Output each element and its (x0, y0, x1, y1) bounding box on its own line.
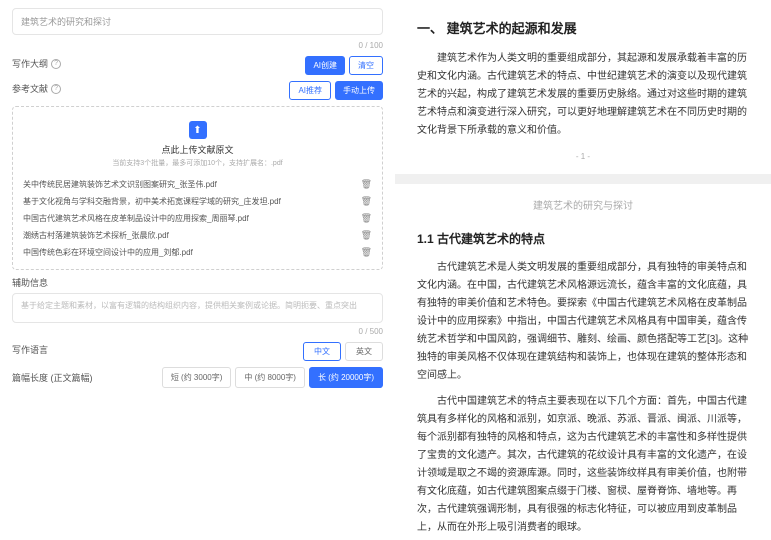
info-icon: ? (51, 84, 61, 94)
file-item: 潮绣古村落建筑装饰艺术探析_张晨欣.pdf 🗑 (21, 227, 374, 244)
doc-heading-1: 一、 建筑艺术的起源和发展 (417, 18, 749, 40)
outline-ai-button[interactable]: AI创建 (305, 56, 345, 75)
length-mid-button[interactable]: 中 (约 8000字) (235, 367, 305, 388)
info-icon: ? (51, 59, 61, 69)
topic-input[interactable]: 建筑艺术的研究和探讨 (12, 8, 383, 35)
delete-icon[interactable]: 🗑 (361, 196, 372, 207)
supp-label: 辅助信息 (12, 276, 383, 289)
doc-center-title: 建筑艺术的研究与探讨 (417, 198, 749, 215)
lang-label: 写作语言 (12, 343, 48, 356)
refs-label: 参考文献 ? (12, 82, 61, 95)
page-break (395, 174, 771, 184)
delete-icon[interactable]: 🗑 (361, 247, 372, 258)
file-item: 关中传统民居建筑装饰艺术文识别图案研究_张圣伟.pdf 🗑 (21, 176, 374, 193)
file-item: 中国古代建筑艺术风格在皮革制品设计中的应用探索_周丽琴.pdf 🗑 (21, 210, 374, 227)
page-number: - 1 - (417, 150, 749, 164)
refs-ai-button[interactable]: AI推荐 (289, 81, 331, 100)
lang-en-button[interactable]: 英文 (345, 342, 383, 361)
file-item: 中国传统色彩在环境空间设计中的应用_刘郁.pdf 🗑 (21, 244, 374, 261)
document-preview: 一、 建筑艺术的起源和发展 建筑艺术作为人类文明的重要组成部分，其起源和发展承载… (395, 0, 771, 540)
length-short-button[interactable]: 短 (约 3000字) (162, 367, 232, 388)
supp-counter: 0 / 500 (12, 327, 383, 336)
refs-upload-button[interactable]: 手动上传 (335, 81, 383, 100)
upload-hint: 当前支持3个批量，最多可添加10个，支持扩展名：.pdf (21, 158, 374, 168)
doc-paragraph: 古代建筑艺术是人类文明发展的重要组成部分，具有独特的审美特点和文化内涵。在中国，… (417, 259, 749, 385)
delete-icon[interactable]: 🗑 (361, 213, 372, 224)
file-item: 基于文化视角与学科交融背景，初中美术拓宽课程学域的研究_庄发坦.pdf 🗑 (21, 193, 374, 210)
length-label: 篇幅长度 (正文篇幅) (12, 371, 93, 384)
outline-label: 写作大纲 ? (12, 57, 61, 70)
delete-icon[interactable]: 🗑 (361, 230, 372, 241)
supp-textarea[interactable]: 基于给定主题和素材，以富有逻辑的结构组织内容，提供相关案例或论据。简明扼要、重点… (12, 293, 383, 323)
upload-zone[interactable]: ⬆ 点此上传文献原文 当前支持3个批量，最多可添加10个，支持扩展名：.pdf … (12, 106, 383, 270)
upload-title: 点此上传文献原文 (21, 143, 374, 156)
outline-clear-button[interactable]: 清空 (349, 56, 383, 75)
file-list: 关中传统民居建筑装饰艺术文识别图案研究_张圣伟.pdf 🗑 基于文化视角与学科交… (21, 176, 374, 261)
doc-heading-2: 1.1 古代建筑艺术的特点 (417, 229, 749, 249)
length-long-button[interactable]: 长 (约 20000字) (309, 367, 383, 388)
delete-icon[interactable]: 🗑 (361, 179, 372, 190)
doc-paragraph: 古代中国建筑艺术的特点主要表现在以下几个方面：首先，中国古代建筑具有多样化的风格… (417, 393, 749, 537)
lang-zh-button[interactable]: 中文 (303, 342, 341, 361)
topic-counter: 0 / 100 (12, 41, 383, 50)
config-panel: 建筑艺术的研究和探讨 0 / 100 写作大纲 ? AI创建 清空 参考文献 ?… (0, 0, 395, 540)
doc-paragraph: 建筑艺术作为人类文明的重要组成部分，其起源和发展承载着丰富的历史和文化内涵。古代… (417, 50, 749, 140)
upload-icon: ⬆ (189, 121, 207, 139)
